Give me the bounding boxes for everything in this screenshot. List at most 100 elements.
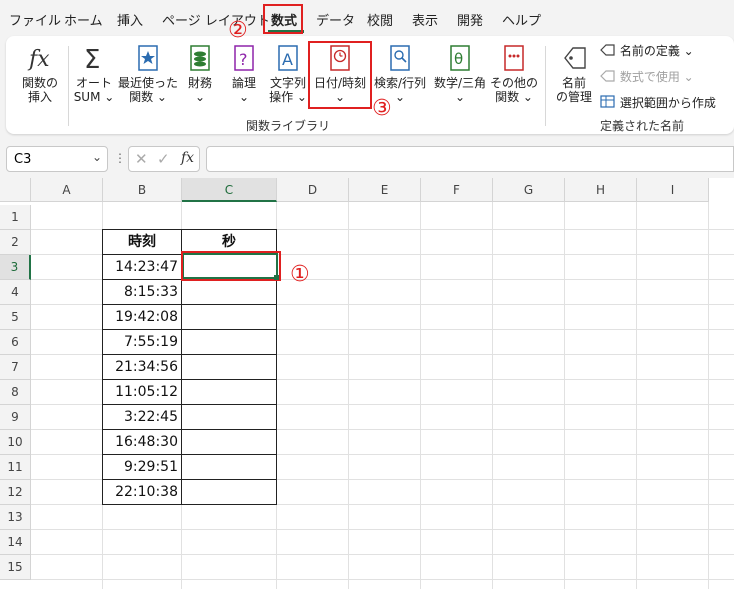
row-header-14[interactable]: 14 [0,530,31,555]
group-label-function-library: 関数ライブラリ [246,119,331,133]
autosum-button[interactable]: Σ オート SUM ⌄ [72,44,116,104]
chevron-down-icon: ⌄ [91,150,102,164]
time-cell[interactable]: 8:15:33 [102,279,182,305]
group-label-defined-names: 定義された名前 [600,119,685,133]
highlight-formulas-tab [263,4,303,34]
seconds-cell[interactable] [181,354,277,380]
fill-handle[interactable] [274,275,279,280]
column-gridline [492,202,493,589]
tab-home[interactable]: ホーム [64,10,103,29]
coins-book-icon [190,45,210,71]
tab-developer[interactable]: 開発 [457,10,483,29]
tag-icon [564,47,586,69]
menu-bar: ファイル ホーム 挿入 ページ レイアウト 数式 データ 校閲 表示 開発 ヘル… [0,0,734,36]
column-header-g[interactable]: G [493,178,565,202]
seconds-cell[interactable] [181,454,277,480]
tab-help[interactable]: ヘルプ [502,10,541,29]
fx-icon: fx [27,47,50,72]
highlight-c3 [181,251,281,281]
row-header-10[interactable]: 10 [0,430,31,455]
insert-function-button[interactable]: fx 関数の 挿入 [18,44,62,104]
define-name-button[interactable]: 名前の定義 ⌄ [600,42,694,59]
more-functions-button[interactable]: その他の 関数 ⌄ [490,44,538,104]
row-gridline [31,554,734,555]
seconds-cell[interactable] [181,479,277,505]
financial-button[interactable]: 財務 ⌄ [182,44,218,104]
row-header-5[interactable]: 5 [0,305,31,330]
tab-data[interactable]: データ [316,10,355,29]
create-from-selection-button[interactable]: 選択範囲から作成 [600,94,716,111]
row-header-4[interactable]: 4 [0,280,31,305]
row-header-6[interactable]: 6 [0,330,31,355]
time-cell[interactable]: 19:42:08 [102,304,182,330]
time-cell[interactable]: 3:22:45 [102,404,182,430]
row-header-1[interactable]: 1 [0,205,31,230]
enter-check-icon[interactable]: ✓ [157,150,170,168]
logical-button[interactable]: ? 論理 ⌄ [226,44,262,104]
formula-buttons: ✕ ✓ fx [128,146,200,172]
select-all-corner[interactable] [0,178,31,202]
column-gridline [636,202,637,589]
row-header-12[interactable]: 12 [0,480,31,505]
formula-input[interactable] [206,146,734,172]
sigma-icon: Σ [84,45,100,72]
tag-small-icon [600,44,615,56]
row-header-3[interactable]: 3 [0,255,31,280]
text-book-icon: A [278,45,298,71]
time-cell[interactable]: 7:55:19 [102,329,182,355]
column-header-e[interactable]: E [349,178,421,202]
column-gridline [564,202,565,589]
cancel-icon[interactable]: ✕ [135,150,148,168]
row-header-15[interactable]: 15 [0,555,31,580]
question-book-icon: ? [234,45,254,71]
seconds-cell[interactable] [181,279,277,305]
math-trig-button[interactable]: θ 数学/三角 ⌄ [430,44,490,104]
column-header-h[interactable]: H [565,178,637,202]
table-header-b[interactable]: 時刻 [102,229,182,255]
star-book-icon [138,45,158,71]
column-header-f[interactable]: F [421,178,493,202]
time-cell[interactable]: 16:48:30 [102,429,182,455]
seconds-cell[interactable] [181,379,277,405]
lookup-button[interactable]: 検索/行列 ⌄ [370,44,430,104]
row-header-2[interactable]: 2 [0,230,31,255]
column-header-b[interactable]: B [103,178,182,202]
column-header-d[interactable]: D [277,178,349,202]
column-gridline [420,202,421,589]
row-gridline [31,529,734,530]
use-in-formula-button[interactable]: 数式で使用 ⌄ [600,68,694,85]
row-header-8[interactable]: 8 [0,380,31,405]
column-header-a[interactable]: A [31,178,103,202]
seconds-cell[interactable] [181,404,277,430]
svg-text:?: ? [239,50,248,69]
tab-insert[interactable]: 挿入 [117,10,143,29]
insert-function-fx-icon[interactable]: fx [181,150,194,166]
text-functions-button[interactable]: A 文字列 操作 ⌄ [266,44,310,104]
svg-text:fx: fx [27,47,50,72]
column-header-c[interactable]: C [182,178,277,202]
tab-view[interactable]: 表示 [412,10,438,29]
column-gridline [708,202,709,589]
name-box[interactable]: C3 ⌄ [6,146,108,172]
time-cell[interactable]: 21:34:56 [102,354,182,380]
row-header-9[interactable]: 9 [0,405,31,430]
tab-file[interactable]: ファイル [9,10,61,29]
time-cell[interactable]: 9:29:51 [102,454,182,480]
row-header-11[interactable]: 11 [0,455,31,480]
column-header-i[interactable]: I [637,178,709,202]
svg-text:θ: θ [454,50,463,68]
row-header-7[interactable]: 7 [0,355,31,380]
seconds-cell[interactable] [181,304,277,330]
seconds-cell[interactable] [181,429,277,455]
tab-page-layout[interactable]: ページ レイアウト [162,10,270,29]
svg-text:A: A [282,50,293,69]
magnifier-book-icon [390,45,410,71]
name-manager-button[interactable]: 名前 の管理 [552,44,596,104]
row-header-13[interactable]: 13 [0,505,31,530]
seconds-cell[interactable] [181,329,277,355]
time-cell[interactable]: 14:23:47 [102,254,182,280]
time-cell[interactable]: 11:05:12 [102,379,182,405]
time-cell[interactable]: 22:10:38 [102,479,182,505]
tab-review[interactable]: 校閲 [367,10,393,29]
recent-functions-button[interactable]: 最近使った 関数 ⌄ [118,44,178,104]
